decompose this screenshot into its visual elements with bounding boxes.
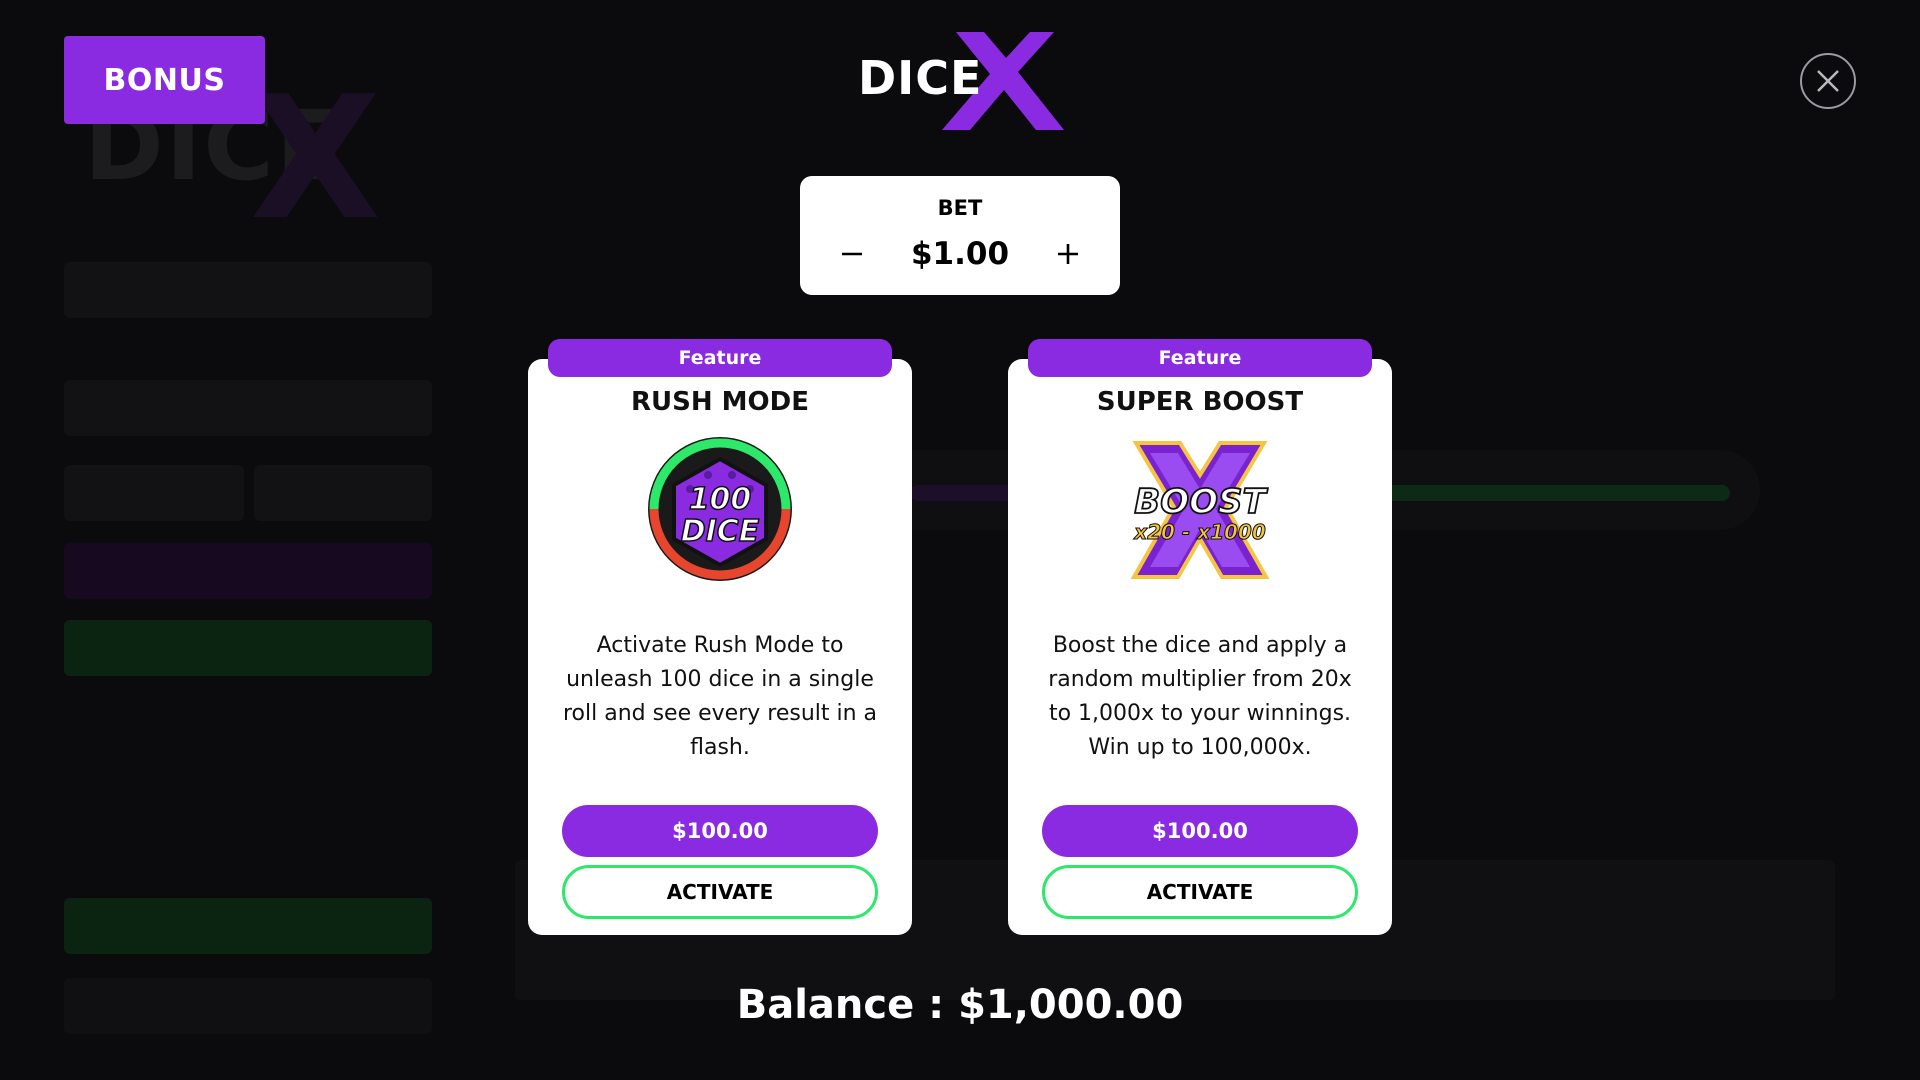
minus-icon [842, 252, 862, 256]
logo-text: DICE [858, 51, 982, 105]
card-description: Boost the dice and apply a random multip… [1048, 633, 1352, 760]
feature-ribbon: Feature [548, 339, 892, 377]
card-price-button[interactable]: $100.00 [1042, 805, 1358, 857]
card-description: Activate Rush Mode to unleash 100 dice i… [562, 633, 878, 760]
background-play-button [64, 620, 432, 676]
card-price-button[interactable]: $100.00 [562, 805, 878, 857]
background-turbo-toggle [254, 465, 432, 521]
background-slider-win-zone [1380, 485, 1730, 501]
dice-x-logo: DICE [858, 32, 1064, 130]
close-icon [1817, 70, 1839, 92]
background-game-ui: DICE X [0, 0, 1920, 1080]
activate-button[interactable]: ACTIVATE [1042, 865, 1358, 919]
background-logo-x: X [250, 60, 382, 258]
bet-value: $1.00 [910, 236, 1010, 272]
hundred-dice-icon: 100 DICE [648, 437, 792, 581]
balance-display: Balance : $1,000.00 [736, 982, 1184, 1028]
bet-increment-button[interactable] [1046, 232, 1090, 276]
background-multi-toggle [64, 465, 244, 521]
plus-icon [1058, 244, 1078, 264]
background-bet-field [64, 262, 432, 318]
feature-card-super-boost: Feature SUPER BOOST BOOST x20 - x1000 Bo… [1008, 339, 1392, 935]
boost-line2: x20 - x1000 [1133, 520, 1266, 544]
background-win-result-field [64, 380, 432, 436]
feature-card-rush-mode: Feature RUSH MODE 100 DICE Activate Rush… [528, 339, 912, 935]
activate-button[interactable]: ACTIVATE [562, 865, 878, 919]
hundred-dice-line1: 100 [689, 482, 752, 517]
boost-line1: BOOST [1134, 482, 1268, 522]
feature-ribbon: Feature [1028, 339, 1372, 377]
card-title: SUPER BOOST [1096, 387, 1304, 417]
bonus-tag: BONUS [64, 36, 265, 124]
card-title: RUSH MODE [631, 387, 809, 417]
bet-selector: BET $1.00 [800, 176, 1120, 295]
background-bonus-button [64, 543, 432, 599]
background-autobet-button [64, 898, 432, 954]
bet-label: BET [937, 196, 983, 220]
hundred-dice-line2: DICE [681, 514, 760, 549]
bet-decrement-button[interactable] [830, 232, 874, 276]
close-button[interactable] [1800, 53, 1856, 109]
boost-x-icon: BOOST x20 - x1000 [1130, 441, 1270, 579]
background-settings-button [64, 978, 432, 1034]
